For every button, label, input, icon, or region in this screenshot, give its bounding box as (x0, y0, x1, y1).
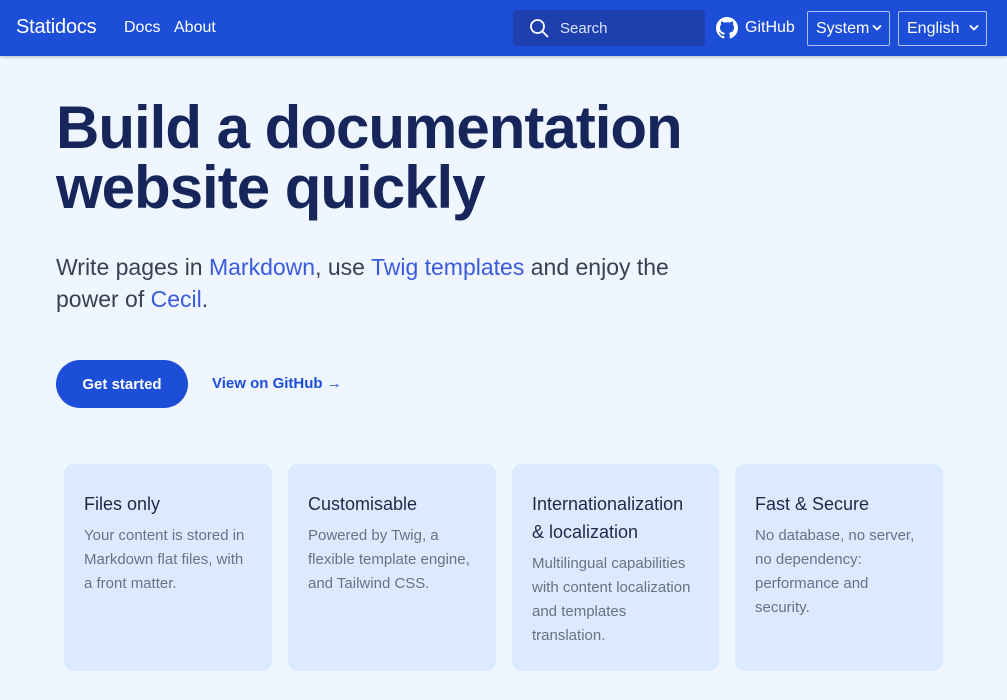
feature-card-fast-secure: Fast & Secure No database, no server, no… (735, 464, 943, 671)
brand-logo-link[interactable]: Statidocs (16, 16, 97, 39)
language-select[interactable]: English (898, 11, 987, 46)
feature-description: Powered by Twig, a flexible template eng… (308, 527, 470, 592)
nav-link-about[interactable]: About (174, 19, 216, 37)
feature-title: Files only (84, 494, 161, 514)
feature-title: Internationalization & localization (532, 494, 684, 542)
chevron-down-icon (872, 25, 882, 31)
chevron-down-icon (969, 25, 979, 31)
markdown-link[interactable]: Markdown (209, 254, 315, 280)
cecil-link[interactable]: Cecil (151, 286, 202, 312)
github-link[interactable]: GitHub (716, 16, 795, 40)
top-navbar: Statidocs Docs About GitHub System Engli… (0, 0, 1007, 56)
hero-title-line-1: Build a documentation (56, 94, 683, 161)
theme-select[interactable]: System (807, 11, 890, 46)
hero-sub-text: . (201, 286, 209, 312)
search-icon (529, 18, 549, 38)
feature-card-files-only: Files only Your content is stored in Mar… (64, 464, 272, 671)
hero-title-line-2: website quickly (56, 154, 485, 221)
search-box[interactable] (513, 10, 705, 46)
hero-title: Build a documentation website quickly (56, 98, 736, 218)
feature-card-customisable: Customisable Powered by Twig, a flexible… (288, 464, 496, 671)
feature-title: Fast & Secure (755, 494, 870, 514)
feature-description: No database, no server, no dependency: p… (755, 527, 915, 616)
github-label: GitHub (745, 19, 795, 36)
search-input[interactable] (560, 18, 700, 38)
hero-sub-text: Write pages in (56, 254, 209, 280)
github-icon (716, 17, 738, 39)
hero-subtitle: Write pages in Markdown, use Twig templa… (56, 251, 696, 315)
feature-title: Customisable (308, 494, 418, 514)
feature-description: Your content is stored in Markdown flat … (84, 527, 245, 592)
feature-description: Multilingual capabilities with content l… (532, 555, 691, 644)
hero-sub-text: , use (315, 254, 371, 280)
get-started-button[interactable]: Get started (56, 360, 188, 408)
nav-link-docs[interactable]: Docs (124, 19, 160, 37)
language-select-value: English (907, 19, 960, 37)
twig-templates-link[interactable]: Twig templates (371, 254, 524, 280)
theme-select-value: System (816, 19, 870, 37)
view-on-github-link[interactable]: View on GitHub → (212, 375, 342, 392)
feature-card-i18n: Internationalization & localization Mult… (512, 464, 719, 671)
